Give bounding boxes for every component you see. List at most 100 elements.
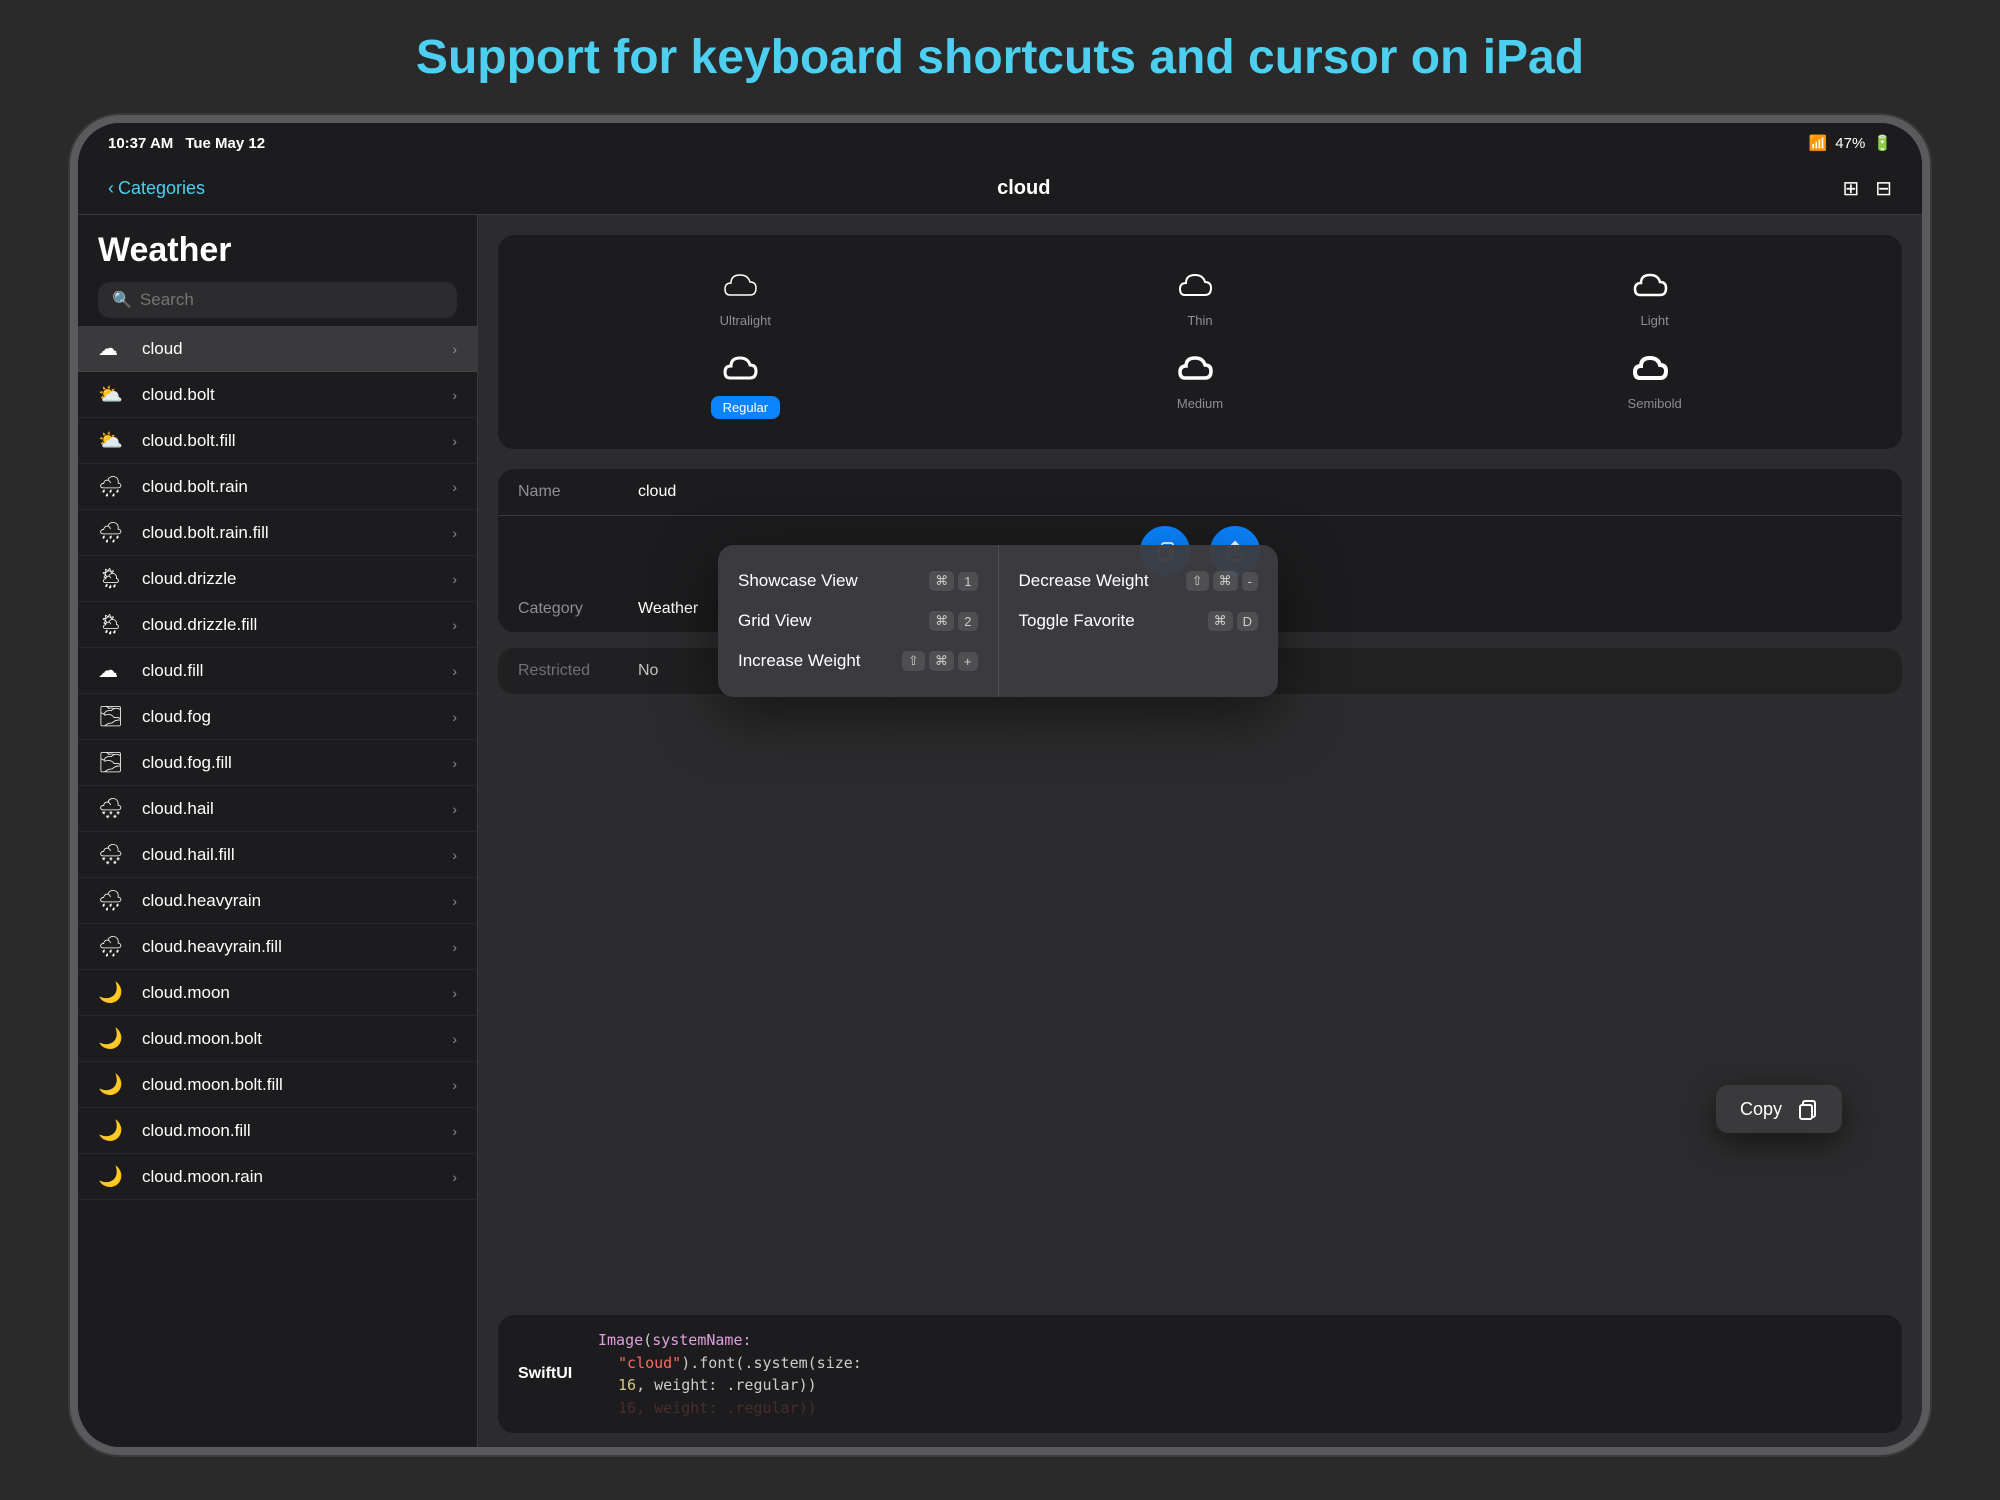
list-item[interactable]: 🌧 cloud.bolt.rain.fill › bbox=[78, 510, 477, 556]
icon-semibold-label: Semibold bbox=[1628, 396, 1682, 411]
list-item-label: cloud.moon.fill bbox=[142, 1121, 452, 1141]
key-cmd: ⌘ bbox=[929, 611, 954, 631]
shortcut-name: Showcase View bbox=[738, 571, 858, 591]
list-item[interactable]: 🌙 cloud.moon.bolt.fill › bbox=[78, 1062, 477, 1108]
cloud-heavyrain-fill-icon: 🌧 bbox=[98, 934, 130, 959]
cloud-bolt-fill-icon: ⛅ bbox=[98, 428, 130, 453]
cloud-bolt-rain-fill-icon: 🌧 bbox=[98, 520, 130, 545]
list-item[interactable]: ☁ cloud › bbox=[78, 326, 477, 372]
cloud-moon-fill-icon: 🌙 bbox=[98, 1118, 130, 1143]
nav-title: cloud bbox=[997, 177, 1050, 200]
list-item-label: cloud.bolt.rain bbox=[142, 477, 452, 497]
grid-view-button[interactable]: ⊟ bbox=[1875, 176, 1892, 201]
shortcut-keys: ⌘ 2 bbox=[929, 611, 977, 631]
shortcut-grid-view[interactable]: Grid View ⌘ 2 bbox=[738, 601, 978, 641]
cloud-drizzle-icon: 🌦 bbox=[98, 566, 130, 591]
chevron-right-icon: › bbox=[452, 1169, 457, 1185]
chevron-right-icon: › bbox=[452, 801, 457, 817]
icon-light-label: Light bbox=[1641, 313, 1669, 328]
key-cmd: ⌘ bbox=[1213, 571, 1238, 591]
list-item[interactable]: 🌦 cloud.drizzle.fill › bbox=[78, 602, 477, 648]
icon-cell-regular[interactable]: Regular bbox=[528, 348, 963, 419]
sidebar-title: Weather bbox=[98, 231, 457, 270]
list-item-label: cloud.fill bbox=[142, 661, 452, 681]
cloud-hail-icon: 🌨 bbox=[98, 796, 130, 821]
cloud-heavyrain-icon: 🌧 bbox=[98, 888, 130, 913]
key-1: 1 bbox=[958, 572, 977, 591]
chevron-right-icon: › bbox=[452, 663, 457, 679]
chevron-right-icon: › bbox=[452, 985, 457, 1001]
list-item[interactable]: 🌙 cloud.moon.bolt › bbox=[78, 1016, 477, 1062]
list-item[interactable]: 🌧 cloud.heavyrain.fill › bbox=[78, 924, 477, 970]
swiftui-code: Image(systemName: "cloud").font(.system(… bbox=[598, 1329, 1882, 1419]
code-dim: 16, weight: .regular)) bbox=[618, 1399, 817, 1417]
list-item[interactable]: 🌙 cloud.moon.rain › bbox=[78, 1154, 477, 1200]
icon-cell-light[interactable]: Light bbox=[1437, 265, 1872, 328]
list-item[interactable]: 🌨 cloud.hail.fill › bbox=[78, 832, 477, 878]
key-shift: ⇧ bbox=[1186, 571, 1209, 591]
copy-overlay[interactable]: Copy bbox=[1716, 1085, 1842, 1133]
list-item-label: cloud.moon.rain bbox=[142, 1167, 452, 1187]
list-item-label: cloud.bolt.rain.fill bbox=[142, 523, 452, 543]
shortcut-decrease-weight[interactable]: Decrease Weight ⇧ ⌘ - bbox=[1019, 561, 1259, 601]
key-cmd: ⌘ bbox=[929, 571, 954, 591]
shortcut-name: Decrease Weight bbox=[1019, 571, 1149, 591]
code-keyword: systemName: bbox=[652, 1331, 751, 1349]
icon-cell-medium[interactable]: Medium bbox=[983, 348, 1418, 419]
list-item-label: cloud.hail.fill bbox=[142, 845, 452, 865]
list-item[interactable]: 🌧 cloud.bolt.rain › bbox=[78, 464, 477, 510]
shortcut-increase-weight[interactable]: Increase Weight ⇧ ⌘ + bbox=[738, 641, 978, 681]
nav-icons: ⊞ ⊟ bbox=[1842, 176, 1892, 201]
shortcut-showcase-view[interactable]: Showcase View ⌘ 1 bbox=[738, 561, 978, 601]
chevron-right-icon: › bbox=[452, 755, 457, 771]
cloud-hail-fill-icon: 🌨 bbox=[98, 842, 130, 867]
cloud-moon-rain-icon: 🌙 bbox=[98, 1164, 130, 1189]
nav-bar: ‹ Categories cloud ⊞ ⊟ bbox=[78, 163, 1922, 215]
back-button[interactable]: ‹ Categories bbox=[108, 178, 205, 199]
cloud-bolt-rain-icon: 🌧 bbox=[98, 474, 130, 499]
back-label[interactable]: Categories bbox=[118, 178, 205, 199]
chevron-right-icon: › bbox=[452, 617, 457, 633]
shortcut-keys: ⇧ ⌘ + bbox=[902, 651, 978, 671]
battery-percent: 47% bbox=[1835, 135, 1865, 152]
list-item-label: cloud.fog bbox=[142, 707, 452, 727]
key-cmd: ⌘ bbox=[1208, 611, 1233, 631]
name-val: cloud bbox=[638, 483, 676, 501]
list-item[interactable]: ⛅ cloud.bolt.fill › bbox=[78, 418, 477, 464]
cloud-icon: ☁ bbox=[98, 336, 130, 361]
list-item[interactable]: 🌫 cloud.fog › bbox=[78, 694, 477, 740]
code-number: 16 bbox=[618, 1376, 636, 1394]
cloud-moon-bolt-icon: 🌙 bbox=[98, 1026, 130, 1051]
copy-icon bbox=[1794, 1097, 1818, 1121]
list-view-button[interactable]: ⊞ bbox=[1842, 176, 1859, 201]
shortcut-toggle-favorite[interactable]: Toggle Favorite ⌘ D bbox=[1019, 601, 1259, 641]
list-item[interactable]: 🌨 cloud.hail › bbox=[78, 786, 477, 832]
list-item-label: cloud.hail bbox=[142, 799, 452, 819]
chevron-right-icon: › bbox=[452, 847, 457, 863]
chevron-right-icon: › bbox=[452, 709, 457, 725]
icon-cell-semibold[interactable]: Semibold bbox=[1437, 348, 1872, 419]
key-cmd: ⌘ bbox=[929, 651, 954, 671]
key-2: 2 bbox=[958, 612, 977, 631]
icon-cell-ultralight[interactable]: Ultralight bbox=[528, 265, 963, 328]
sidebar: Weather 🔍 ☁ cloud › ⛅ cloud.bolt › bbox=[78, 215, 478, 1455]
chevron-right-icon: › bbox=[452, 341, 457, 357]
search-box[interactable]: 🔍 bbox=[98, 282, 457, 318]
list-item-label: cloud.heavyrain.fill bbox=[142, 937, 452, 957]
name-key: Name bbox=[518, 483, 638, 501]
list-item[interactable]: 🌫 cloud.fog.fill › bbox=[78, 740, 477, 786]
list-item-label: cloud.moon.bolt bbox=[142, 1029, 452, 1049]
icon-cell-thin[interactable]: Thin bbox=[983, 265, 1418, 328]
chevron-right-icon: › bbox=[452, 525, 457, 541]
list-item[interactable]: ⛅ cloud.bolt › bbox=[78, 372, 477, 418]
cloud-fog-fill-icon: 🌫 bbox=[98, 750, 130, 775]
list-item-label: cloud.bolt bbox=[142, 385, 452, 405]
key-minus: - bbox=[1242, 572, 1258, 591]
list-item[interactable]: 🌙 cloud.moon.fill › bbox=[78, 1108, 477, 1154]
list-item[interactable]: 🌙 cloud.moon › bbox=[78, 970, 477, 1016]
list-item[interactable]: 🌧 cloud.heavyrain › bbox=[78, 878, 477, 924]
list-item-label: cloud.drizzle.fill bbox=[142, 615, 452, 635]
list-item[interactable]: ☁ cloud.fill › bbox=[78, 648, 477, 694]
search-input[interactable] bbox=[140, 290, 443, 310]
list-item[interactable]: 🌦 cloud.drizzle › bbox=[78, 556, 477, 602]
